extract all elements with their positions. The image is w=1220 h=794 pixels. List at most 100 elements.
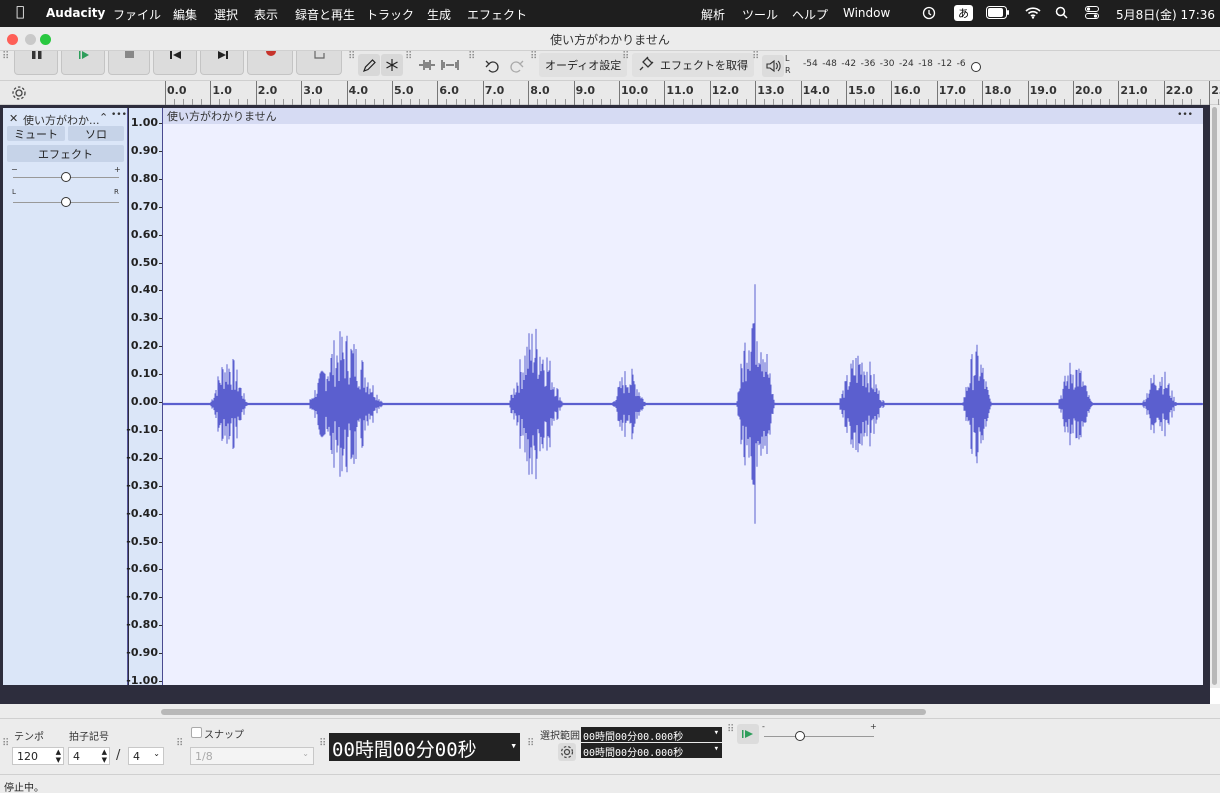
- pause-button[interactable]: [14, 51, 58, 75]
- record-button[interactable]: [247, 51, 293, 75]
- scale-label: -0.90: [126, 646, 158, 660]
- draw-tool-icon[interactable]: [358, 54, 380, 76]
- undo-icon[interactable]: [482, 55, 504, 77]
- solo-button[interactable]: ソロ: [68, 126, 124, 141]
- menu-select[interactable]: 選択: [214, 6, 238, 23]
- toolbar-grip-icon[interactable]: ⠿: [176, 739, 183, 749]
- chevron-down-icon[interactable]: ▾: [714, 728, 719, 738]
- ruler-tick: [619, 81, 620, 105]
- toolbar-grip-icon[interactable]: ⠿: [2, 739, 9, 749]
- time-signature-denominator[interactable]: 4 ⌄: [128, 747, 164, 765]
- track-menu-icon[interactable]: •••: [111, 110, 127, 120]
- waveform[interactable]: [163, 108, 1203, 685]
- menu-transport[interactable]: 録音と再生: [295, 6, 355, 23]
- ruler-tick: [255, 81, 257, 105]
- playback-volume-knob[interactable]: [971, 62, 981, 72]
- scale-label: 0.00: [130, 395, 158, 408]
- loop-button[interactable]: [296, 51, 342, 75]
- mute-button[interactable]: ミュート: [7, 126, 65, 141]
- toolbar-grip-icon[interactable]: ⠿: [727, 725, 734, 735]
- menu-window[interactable]: Window: [843, 6, 890, 20]
- battery-icon[interactable]: [986, 6, 1010, 22]
- chevron-down-icon[interactable]: ▾: [510, 739, 517, 752]
- menu-tracks[interactable]: トラック: [366, 6, 414, 23]
- ruler-tick-label: 0.0: [167, 84, 187, 97]
- menu-bar:  Audacity ファイル 編集 選択 表示 録音と再生 トラック 生成 エ…: [0, 0, 1220, 27]
- time-signature-numerator[interactable]: 4 ▲ ▼: [68, 747, 110, 765]
- ruler-tick-label: 13.0: [757, 84, 785, 97]
- ruler-tick: [709, 81, 711, 105]
- time-machine-icon[interactable]: [922, 6, 936, 23]
- playback-speed-knob[interactable]: [795, 731, 805, 741]
- menu-analyze[interactable]: 解析: [701, 6, 725, 23]
- skip-to-start-button[interactable]: [153, 51, 197, 75]
- toolbar-grip-icon[interactable]: ⠿: [348, 52, 355, 62]
- horizontal-scroll-thumb[interactable]: [161, 709, 926, 715]
- snap-checkbox[interactable]: [191, 727, 202, 738]
- toolbar-grip-icon[interactable]: ⠿: [2, 52, 9, 62]
- ruler-tick: [437, 81, 439, 105]
- pan-slider-knob[interactable]: [61, 197, 71, 207]
- app-name-menu[interactable]: Audacity: [46, 6, 105, 20]
- time-signature-separator: /: [116, 748, 121, 763]
- menu-generate[interactable]: 生成: [427, 6, 451, 23]
- toolbar-grip-icon[interactable]: ⠿: [530, 52, 537, 62]
- chevron-down-icon[interactable]: ⌄: [302, 749, 309, 758]
- multi-tool-icon[interactable]: [381, 54, 403, 76]
- gain-slider-knob[interactable]: [61, 172, 71, 182]
- menu-effect[interactable]: エフェクト: [467, 6, 527, 23]
- stop-button[interactable]: [108, 51, 150, 75]
- trim-audio-icon[interactable]: [416, 54, 438, 76]
- numerator-stepper-icon[interactable]: ▲ ▼: [102, 748, 107, 764]
- speaker-icon[interactable]: [762, 55, 784, 77]
- menu-tools[interactable]: ツール: [742, 6, 778, 23]
- wifi-icon[interactable]: [1025, 6, 1041, 22]
- menu-view[interactable]: 表示: [254, 6, 278, 23]
- selection-settings-gear-icon[interactable]: [558, 743, 576, 761]
- effects-button[interactable]: エフェクト: [7, 145, 124, 162]
- chevron-down-icon[interactable]: ▾: [714, 744, 719, 754]
- scale-label: 0.70: [130, 199, 158, 213]
- track-close-icon[interactable]: ✕: [9, 112, 18, 125]
- selection-end[interactable]: 00時間00分00.000秒 ▾: [581, 743, 722, 759]
- timeline-ruler[interactable]: 0.0 1.0 2.0 3.0 4.0 5.0 6.0 7.0 8.0 9.0 10.0 11.0 12…: [163, 81, 1220, 105]
- vertical-scrollbar[interactable]: [1210, 105, 1220, 688]
- play-at-speed-button[interactable]: [737, 724, 759, 744]
- menu-edit[interactable]: 編集: [173, 6, 197, 23]
- playback-meter[interactable]: -54 -48 -42 -36 -30 -24 -18 -12 -6: [795, 59, 995, 71]
- input-method-indicator[interactable]: あ: [954, 5, 973, 21]
- get-effects-button[interactable]: エフェクトを取得: [632, 53, 754, 77]
- clock[interactable]: 5月8日(金) 17:36: [1116, 6, 1215, 23]
- audio-setup-button[interactable]: オーディオ設定: [539, 53, 628, 77]
- time-display[interactable]: 00時間00分00秒 ▾: [329, 733, 520, 761]
- chevron-down-icon[interactable]: ⌄: [153, 749, 160, 758]
- toolbar-grip-icon[interactable]: ⠿: [527, 739, 534, 749]
- apple-icon[interactable]: : [16, 4, 24, 20]
- toolbar-grip-icon[interactable]: ⠿: [468, 52, 475, 62]
- audio-clip[interactable]: 使い方がわかりません •••: [163, 108, 1203, 685]
- control-center-icon[interactable]: [1085, 6, 1099, 22]
- collapse-track-icon[interactable]: ⌃: [99, 111, 108, 124]
- tempo-stepper-icon[interactable]: ▲ ▼: [56, 748, 61, 764]
- toolbar-grip-icon[interactable]: ⠿: [622, 52, 629, 62]
- menu-file[interactable]: ファイル: [113, 6, 161, 23]
- toolbar-grip-icon[interactable]: ⠿: [319, 739, 326, 749]
- tempo-input[interactable]: 120 ▲ ▼: [12, 747, 64, 765]
- vertical-scroll-thumb[interactable]: [1212, 107, 1217, 685]
- ruler-tick-label: 3.0: [303, 84, 323, 97]
- toolbar-grip-icon[interactable]: ⠿: [405, 52, 412, 62]
- search-icon[interactable]: [1055, 6, 1068, 22]
- redo-icon[interactable]: [505, 55, 527, 77]
- playback-speed-slider[interactable]: [764, 736, 874, 737]
- horizontal-scrollbar[interactable]: [0, 704, 1220, 718]
- timeline-settings-gear-icon[interactable]: [10, 84, 30, 102]
- silence-audio-icon[interactable]: [439, 54, 461, 76]
- toolbar-grip-icon[interactable]: ⠿: [752, 52, 759, 62]
- snap-select[interactable]: 1/8 ⌄: [190, 747, 314, 765]
- menu-help[interactable]: ヘルプ: [792, 6, 828, 23]
- ruler-tick-label: 6.0: [439, 84, 459, 97]
- gain-minus-label: −: [11, 165, 18, 174]
- skip-to-end-button[interactable]: [200, 51, 244, 75]
- play-button[interactable]: [61, 51, 105, 75]
- selection-start[interactable]: 00時間00分00.000秒 ▾: [581, 727, 722, 743]
